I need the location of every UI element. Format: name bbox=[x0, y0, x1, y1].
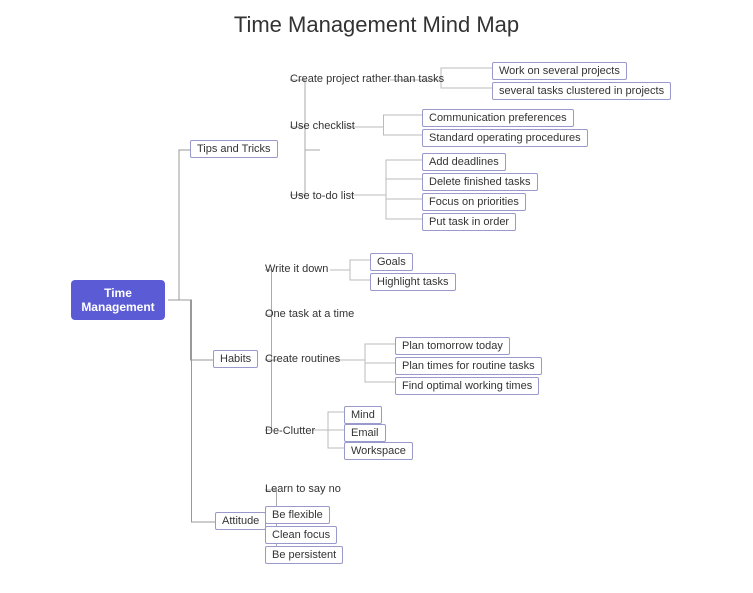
root-label: TimeManagement bbox=[71, 280, 164, 320]
be-flexible-box: Be flexible bbox=[265, 506, 330, 524]
root-node[interactable]: TimeManagement bbox=[68, 277, 168, 323]
workspace-box: Workspace bbox=[344, 442, 413, 460]
comm-pref-box: Communication preferences bbox=[422, 109, 574, 127]
standard-op-box: Standard operating procedures bbox=[422, 129, 588, 147]
branch-attitude-label: Attitude bbox=[215, 512, 266, 530]
highlight-box: Highlight tasks bbox=[370, 273, 456, 291]
create-routines-node: Create routines bbox=[265, 353, 340, 365]
mind-box: Mind bbox=[344, 406, 382, 424]
plan-routine-box: Plan times for routine tasks bbox=[395, 357, 542, 375]
create-project-node: Create project rather than tasks bbox=[290, 73, 444, 85]
branch-tips: Tips and Tricks bbox=[190, 140, 278, 158]
be-persistent-box: Be persistent bbox=[265, 546, 343, 564]
declutter-node: De-Clutter bbox=[265, 425, 315, 437]
goals-box: Goals bbox=[370, 253, 413, 271]
work-several-box: Work on several projects bbox=[492, 62, 627, 80]
one-task-node: One task at a time bbox=[265, 308, 354, 320]
branch-tips-label: Tips and Tricks bbox=[190, 140, 278, 158]
several-tasks-box: several tasks clustered in projects bbox=[492, 82, 671, 100]
delete-finished-box: Delete finished tasks bbox=[422, 173, 538, 191]
branch-attitude: Attitude bbox=[215, 512, 266, 530]
find-optimal-box: Find optimal working times bbox=[395, 377, 539, 395]
email-box: Email bbox=[344, 424, 386, 442]
put-task-box: Put task in order bbox=[422, 213, 516, 231]
write-down-node: Write it down bbox=[265, 263, 328, 275]
mind-map-page: Time Management Mind Map TimeManagement … bbox=[0, 0, 753, 593]
learn-say-no-node: Learn to say no bbox=[265, 483, 341, 495]
branch-habits-label: Habits bbox=[213, 350, 258, 368]
page-title: Time Management Mind Map bbox=[0, 0, 753, 38]
branch-habits: Habits bbox=[213, 350, 258, 368]
focus-priorities-box: Focus on priorities bbox=[422, 193, 526, 211]
plan-tomorrow-box: Plan tomorrow today bbox=[395, 337, 510, 355]
clean-focus-box: Clean focus bbox=[265, 526, 337, 544]
add-deadlines-box: Add deadlines bbox=[422, 153, 506, 171]
use-checklist-node: Use checklist bbox=[290, 120, 355, 132]
use-todo-node: Use to-do list bbox=[290, 190, 354, 202]
